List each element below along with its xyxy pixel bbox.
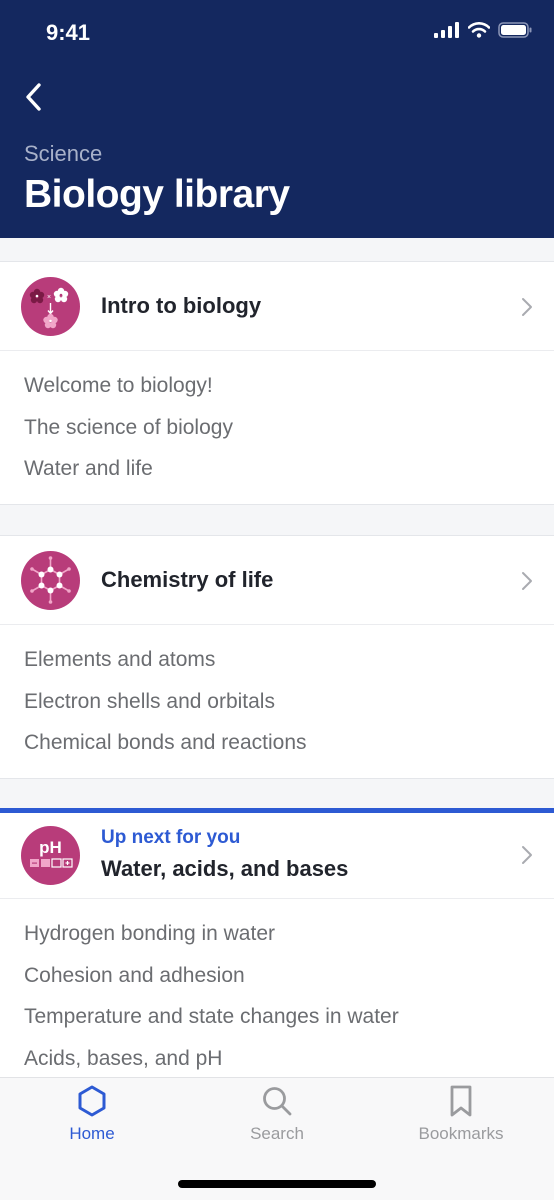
lesson-item[interactable]: Chemical bonds and reactions	[24, 722, 554, 764]
up-next-unit-card: pH Up next for you Water, acids, and bas…	[0, 808, 554, 1078]
tab-label: Home	[69, 1124, 115, 1143]
unit-title: Chemistry of life	[101, 567, 274, 592]
wifi-icon	[468, 22, 490, 38]
page-title: Biology library	[24, 173, 290, 216]
tab-search[interactable]: Search	[197, 1084, 357, 1144]
lesson-item[interactable]: The science of biology	[24, 407, 554, 449]
unit-card: Chemistry of life Elements and atoms Ele…	[0, 535, 554, 779]
lesson-item[interactable]: Temperature and state changes in water	[24, 996, 554, 1038]
flower-cross-icon: ×	[21, 277, 80, 336]
content-scroll[interactable]: × Intro to biology Welcome to biology! T…	[0, 238, 554, 1078]
tab-home[interactable]: Home	[12, 1084, 172, 1144]
status-icons	[434, 22, 532, 38]
back-button[interactable]	[22, 80, 52, 114]
unit-header[interactable]: × Intro to biology	[0, 262, 554, 351]
unit-title: Water, acids, and bases	[101, 856, 349, 881]
ph-scale-icon: pH	[21, 826, 80, 885]
app-header: 9:41 Science Biology library	[0, 0, 554, 238]
lesson-item[interactable]: Acids, bases, and pH	[24, 1038, 554, 1079]
battery-icon	[498, 22, 532, 38]
lesson-item[interactable]: Electron shells and orbitals	[24, 681, 554, 723]
tab-bookmarks[interactable]: Bookmarks	[381, 1084, 541, 1144]
lesson-item[interactable]: Cohesion and adhesion	[24, 955, 554, 997]
unit-title: Intro to biology	[101, 293, 262, 318]
lesson-item[interactable]: Elements and atoms	[24, 639, 554, 681]
lesson-list: Welcome to biology! The science of biolo…	[0, 351, 554, 504]
lesson-list: Elements and atoms Electron shells and o…	[0, 625, 554, 778]
tab-label: Bookmarks	[418, 1124, 504, 1143]
chevron-right-icon	[522, 298, 532, 316]
unit-header[interactable]: pH Up next for you Water, acids, and bas…	[0, 813, 554, 899]
molecule-icon	[21, 551, 80, 610]
search-icon	[263, 1087, 292, 1116]
lesson-item[interactable]: Hydrogen bonding in water	[24, 913, 554, 955]
lesson-list: Hydrogen bonding in water Cohesion and a…	[0, 899, 554, 1078]
lesson-item[interactable]: Welcome to biology!	[24, 365, 554, 407]
ph-icon-text: pH	[39, 838, 62, 857]
chevron-right-icon	[522, 572, 532, 590]
chevron-right-icon	[522, 846, 532, 864]
tab-label: Search	[250, 1124, 304, 1143]
svg-text:×: ×	[47, 294, 51, 301]
unit-header[interactable]: Chemistry of life	[0, 536, 554, 625]
up-next-label: Up next for you	[101, 827, 241, 848]
hexagon-home-icon	[78, 1085, 106, 1117]
bookmark-icon	[450, 1085, 472, 1117]
lesson-item[interactable]: Water and life	[24, 448, 554, 490]
signal-icon	[434, 22, 459, 38]
breadcrumb-subject[interactable]: Science	[24, 141, 102, 167]
status-time: 9:41	[46, 20, 91, 45]
unit-card: × Intro to biology Welcome to biology! T…	[0, 261, 554, 505]
home-indicator[interactable]	[178, 1180, 376, 1188]
